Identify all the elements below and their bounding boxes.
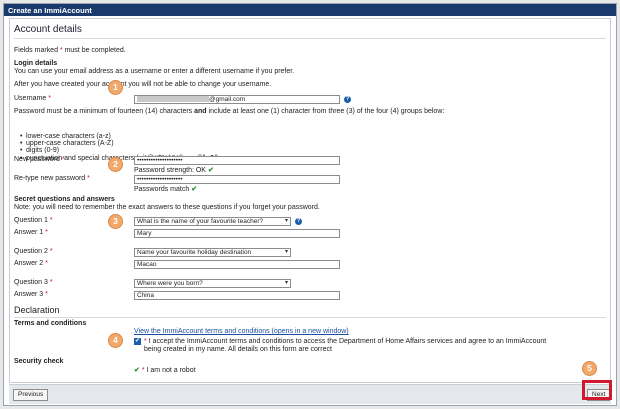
chevron-down-icon: ▾	[284, 218, 288, 224]
password-strength: Password strength: OK ✔	[134, 167, 214, 174]
username-label: Username *	[14, 95, 51, 102]
account-details-panel: Account details Fields marked * must be …	[9, 18, 611, 383]
help-icon[interactable]: ?	[295, 218, 302, 225]
required-note: Fields marked * must be completed.	[14, 47, 126, 54]
username-warning: After you have created your account you …	[14, 81, 272, 88]
username-hint: You can use your email address as a user…	[14, 68, 295, 75]
check-icon: ✔	[134, 367, 140, 374]
question-2-select[interactable]: Name your favourite holiday destination ▾	[134, 248, 291, 257]
list-item: digits (0-9)	[20, 147, 218, 154]
username-input[interactable]: @gmail.com	[134, 95, 340, 104]
question-1-label: Question 1 *	[14, 217, 53, 224]
previous-button[interactable]: Previous	[13, 389, 49, 401]
step-badge-1: 1	[108, 80, 123, 95]
secret-questions-heading: Secret questions and answers	[14, 196, 115, 203]
retype-password-label: Re-type new password *	[14, 175, 90, 182]
check-icon: ✔	[207, 167, 214, 174]
answer-1-input[interactable]: Mary	[134, 229, 340, 238]
terms-link[interactable]: View the ImmiAccount terms and condition…	[134, 328, 349, 335]
create-account-window: Create an ImmiAccount Account details Fi…	[3, 3, 617, 406]
answer-1-label: Answer 1 *	[14, 229, 48, 236]
list-item: upper-case characters (A-Z)	[20, 140, 218, 147]
new-password-label: New password *	[14, 156, 65, 163]
question-3-select[interactable]: Where were you born? ▾	[134, 279, 291, 288]
answer-3-input[interactable]: China	[134, 291, 340, 300]
divider	[14, 317, 606, 318]
check-icon: ✔	[191, 186, 198, 193]
window-title: Create an ImmiAccount	[4, 4, 616, 16]
accept-terms-checkbox[interactable]: ✔	[134, 338, 141, 345]
retype-password-input[interactable]: ••••••••••••••••••••	[134, 175, 340, 184]
redacted-email	[137, 96, 209, 103]
step-badge-3: 3	[108, 214, 123, 229]
chevron-down-icon: ▾	[284, 280, 288, 286]
chevron-down-icon: ▾	[284, 249, 288, 255]
answer-2-input[interactable]: Macao	[134, 260, 340, 269]
list-item: lower-case characters (a-z)	[20, 133, 218, 140]
login-details-heading: Login details	[14, 60, 58, 67]
new-password-input[interactable]: ••••••••••••••••••••	[134, 156, 340, 165]
step-badge-4: 4	[108, 333, 123, 348]
answer-2-label: Answer 2 *	[14, 260, 48, 267]
declaration-heading: Declaration	[14, 305, 60, 315]
help-icon[interactable]: ?	[344, 96, 351, 103]
question-1-select[interactable]: What is the name of your favourite teach…	[134, 217, 291, 226]
accept-terms-text-line2: being created in my name. All details on…	[144, 346, 332, 353]
secret-questions-note: Note: you will need to remember the exac…	[14, 204, 320, 211]
section-title: Account details	[14, 24, 82, 35]
divider	[14, 38, 606, 39]
question-3-label: Question 3 *	[14, 279, 53, 286]
question-2-label: Question 2 *	[14, 248, 53, 255]
terms-heading: Terms and conditions	[14, 320, 87, 327]
recaptcha[interactable]: ✔ * I am not a robot	[134, 366, 196, 374]
answer-3-label: Answer 3 *	[14, 291, 48, 298]
passwords-match: Passwords match ✔	[134, 186, 198, 193]
footer-bar: Previous Next	[9, 384, 611, 404]
accept-terms-text: * I accept the ImmiAccount terms and con…	[144, 338, 547, 345]
next-button-highlight	[582, 380, 612, 400]
password-rules: Password must be a minimum of fourteen (…	[14, 108, 445, 115]
step-badge-2: 2	[108, 157, 123, 172]
security-check-heading: Security check	[14, 358, 64, 365]
step-badge-5: 5	[582, 361, 597, 376]
